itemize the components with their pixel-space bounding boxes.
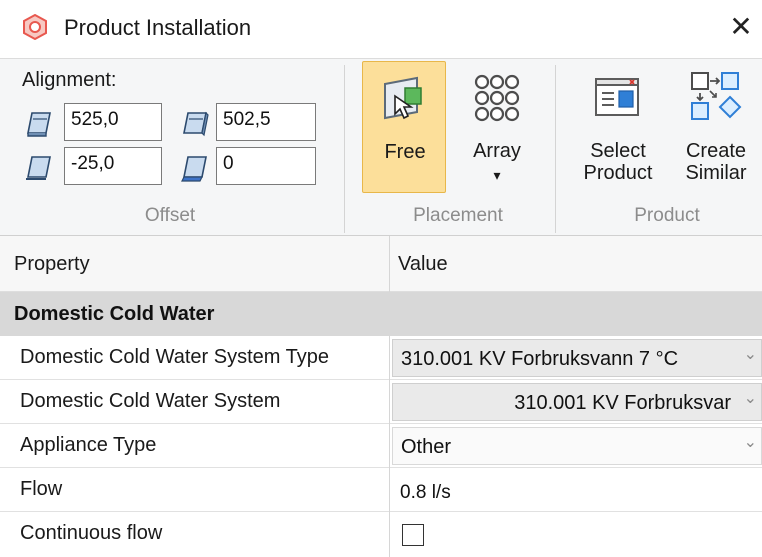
offset-plane-icon bbox=[26, 156, 51, 180]
offset-top-right-field[interactable]: 502,5 bbox=[216, 103, 316, 141]
property-row: Flow 0.8 l/s bbox=[0, 468, 762, 512]
property-row: Appliance Type Other ⌄ bbox=[0, 424, 762, 468]
free-button[interactable]: Free bbox=[362, 61, 446, 193]
dropdown-value: Other bbox=[401, 436, 452, 458]
property-name: Flow bbox=[20, 478, 63, 500]
ribbon-separator bbox=[344, 65, 345, 233]
property-grid: Property Value Domestic Cold Water Domes… bbox=[0, 236, 762, 557]
select-product-button[interactable]: Select Product bbox=[572, 61, 664, 193]
column-separator bbox=[389, 512, 390, 557]
system-type-dropdown[interactable]: 310.001 KV Forbruksvann 7 °C ⌄ bbox=[392, 339, 762, 377]
chevron-down-icon[interactable]: ⌄ bbox=[744, 344, 757, 364]
column-separator bbox=[389, 468, 390, 512]
system-dropdown[interactable]: 310.001 KV Forbruksvar ⌄ bbox=[392, 383, 762, 421]
dropdown-value: 310.001 KV Forbruksvann 7 °C bbox=[401, 348, 679, 370]
category-label: Domestic Cold Water bbox=[14, 303, 215, 325]
title-bar: Product Installation ✕ bbox=[0, 0, 762, 58]
column-separator[interactable] bbox=[389, 236, 390, 292]
offset-bottom-right-field[interactable]: 0 bbox=[216, 147, 316, 185]
create-similar-icon bbox=[691, 72, 742, 120]
flow-value[interactable]: 0.8 l/s bbox=[400, 482, 451, 504]
select-product-label-1: Select bbox=[590, 140, 646, 162]
chevron-down-icon[interactable]: ⌄ bbox=[744, 432, 757, 452]
chevron-down-icon[interactable]: ⌄ bbox=[744, 388, 757, 408]
property-grid-header: Property Value bbox=[0, 236, 762, 292]
ribbon-separator bbox=[555, 65, 556, 233]
dropdown-value: 310.001 KV Forbruksvar bbox=[514, 392, 731, 414]
property-name: Appliance Type bbox=[20, 434, 157, 456]
property-name: Domestic Cold Water System bbox=[20, 390, 281, 412]
product-installation-icon bbox=[23, 14, 47, 40]
product-group-label: Product bbox=[634, 205, 700, 226]
property-row: Domestic Cold Water System Type 310.001 … bbox=[0, 336, 762, 380]
chevron-down-icon[interactable]: ▾ bbox=[456, 163, 538, 187]
array-button[interactable]: Array ▾ bbox=[456, 61, 538, 193]
column-separator bbox=[389, 336, 390, 380]
property-column-header[interactable]: Property bbox=[14, 253, 90, 276]
close-icon[interactable]: ✕ bbox=[724, 10, 758, 44]
create-similar-button[interactable]: Create Similar bbox=[672, 61, 760, 193]
column-separator bbox=[389, 424, 390, 468]
offset-bottom-left-field[interactable]: -25,0 bbox=[64, 147, 162, 185]
offset-plane-icon bbox=[183, 111, 209, 137]
value-column-header[interactable]: Value bbox=[398, 253, 448, 276]
offset-plane-icon bbox=[27, 112, 51, 137]
offset-group-label: Offset bbox=[144, 205, 196, 226]
property-row: Domestic Cold Water System 310.001 KV Fo… bbox=[0, 380, 762, 424]
select-product-label-2: Product bbox=[583, 162, 653, 184]
continuous-flow-checkbox[interactable] bbox=[402, 524, 424, 546]
property-row: Continuous flow bbox=[0, 512, 762, 557]
select-product-icon bbox=[595, 78, 639, 116]
placement-group-label: Placement bbox=[413, 205, 503, 226]
array-button-label: Array bbox=[473, 140, 521, 162]
appliance-type-dropdown[interactable]: Other ⌄ bbox=[392, 427, 762, 465]
category-row[interactable]: Domestic Cold Water bbox=[0, 292, 762, 336]
window-title: Product Installation bbox=[64, 15, 252, 40]
create-similar-label-1: Create bbox=[685, 140, 747, 162]
column-separator bbox=[389, 380, 390, 424]
offset-top-left-field[interactable]: 525,0 bbox=[64, 103, 162, 141]
ribbon: Alignment: 525,0 502,5 -25,0 0 Offset Fr… bbox=[0, 58, 762, 236]
property-name: Domestic Cold Water System Type bbox=[20, 346, 329, 368]
alignment-label: Alignment: bbox=[22, 69, 117, 91]
array-grid-icon bbox=[474, 74, 520, 122]
free-button-label: Free bbox=[384, 141, 426, 163]
free-placement-icon bbox=[384, 76, 422, 120]
offset-plane-icon bbox=[181, 156, 207, 182]
property-name: Continuous flow bbox=[20, 522, 163, 544]
create-similar-label-2: Similar bbox=[685, 162, 747, 184]
